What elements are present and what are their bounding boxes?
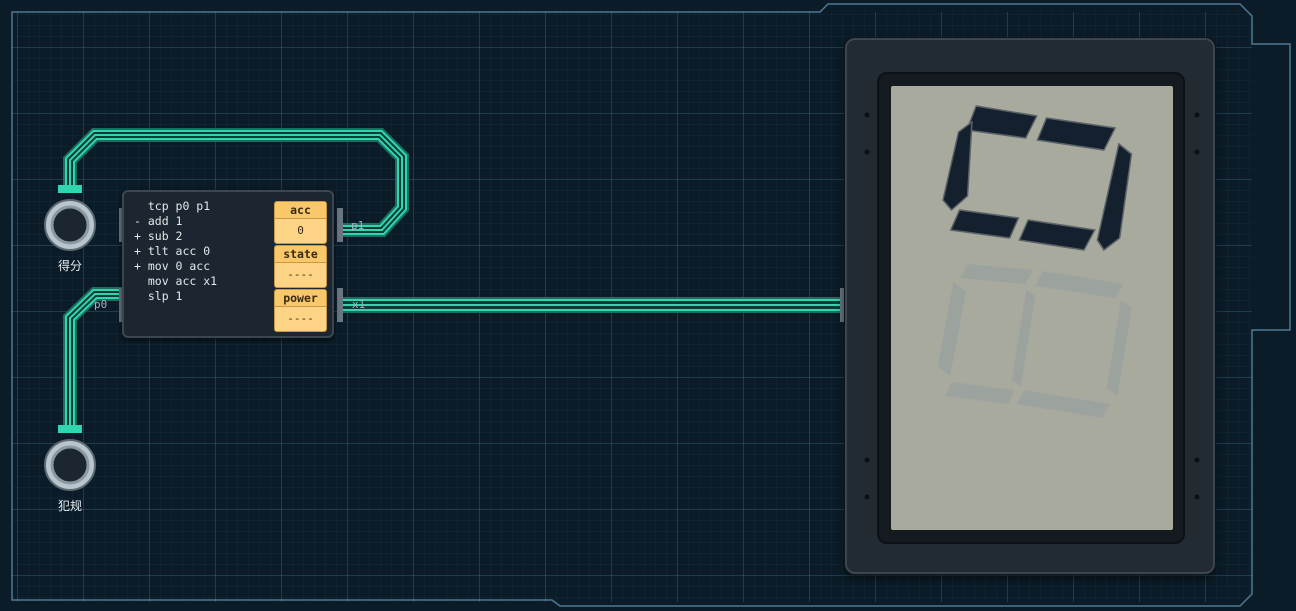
register-name: state (275, 246, 326, 263)
lcd-panel (891, 86, 1173, 530)
foul-button[interactable] (44, 425, 96, 491)
segment-d-left (949, 209, 1020, 239)
register-name: acc (275, 202, 326, 219)
segment-a-right (1036, 117, 1117, 151)
segment-d-right (1018, 219, 1096, 251)
score-button[interactable] (44, 185, 96, 251)
pin-connector-p1 (337, 208, 343, 242)
code-line: slp 1 (134, 289, 183, 303)
pin-label-p0: p0 (94, 298, 108, 311)
display-bezel (877, 72, 1185, 544)
pin-label-p1: p1 (351, 219, 365, 232)
code-line: - add 1 (134, 214, 183, 228)
segment-b (1096, 142, 1133, 252)
register-value: ---- (275, 263, 326, 287)
register-name: power (275, 290, 326, 307)
game-board: p1 p0 x1 得分 犯规 tcp p0 p1 - add 1 + sub 2… (0, 0, 1296, 611)
digit-segments (937, 105, 1133, 418)
register-value: 0 (275, 219, 326, 243)
foul-button-label: 犯规 (58, 499, 83, 513)
pin-connector-x1 (337, 288, 343, 322)
microcontroller[interactable]: tcp p0 p1 - add 1 + sub 2 + tlt acc 0 + … (122, 190, 334, 338)
register-state: state ---- (274, 245, 327, 288)
code-line: + sub 2 (134, 229, 183, 243)
register-acc: acc 0 (274, 201, 327, 244)
seven-segment-display[interactable] (845, 38, 1215, 574)
code-line: tcp p0 p1 (134, 199, 211, 213)
segment-f (942, 120, 973, 212)
code-line: mov acc x1 (134, 274, 218, 288)
pin-label-x1: x1 (352, 298, 366, 311)
code-line: + tlt acc 0 (134, 244, 211, 258)
wire-foul-to-p0[interactable] (63, 287, 124, 430)
code-editor[interactable]: tcp p0 p1 - add 1 + sub 2 + tlt acc 0 + … (134, 199, 217, 304)
code-line: + mov 0 acc (134, 259, 211, 273)
register-power: power ---- (274, 289, 327, 332)
register-value: ---- (275, 307, 326, 331)
score-button-label: 得分 (58, 259, 83, 273)
segment-a-left (965, 105, 1038, 139)
